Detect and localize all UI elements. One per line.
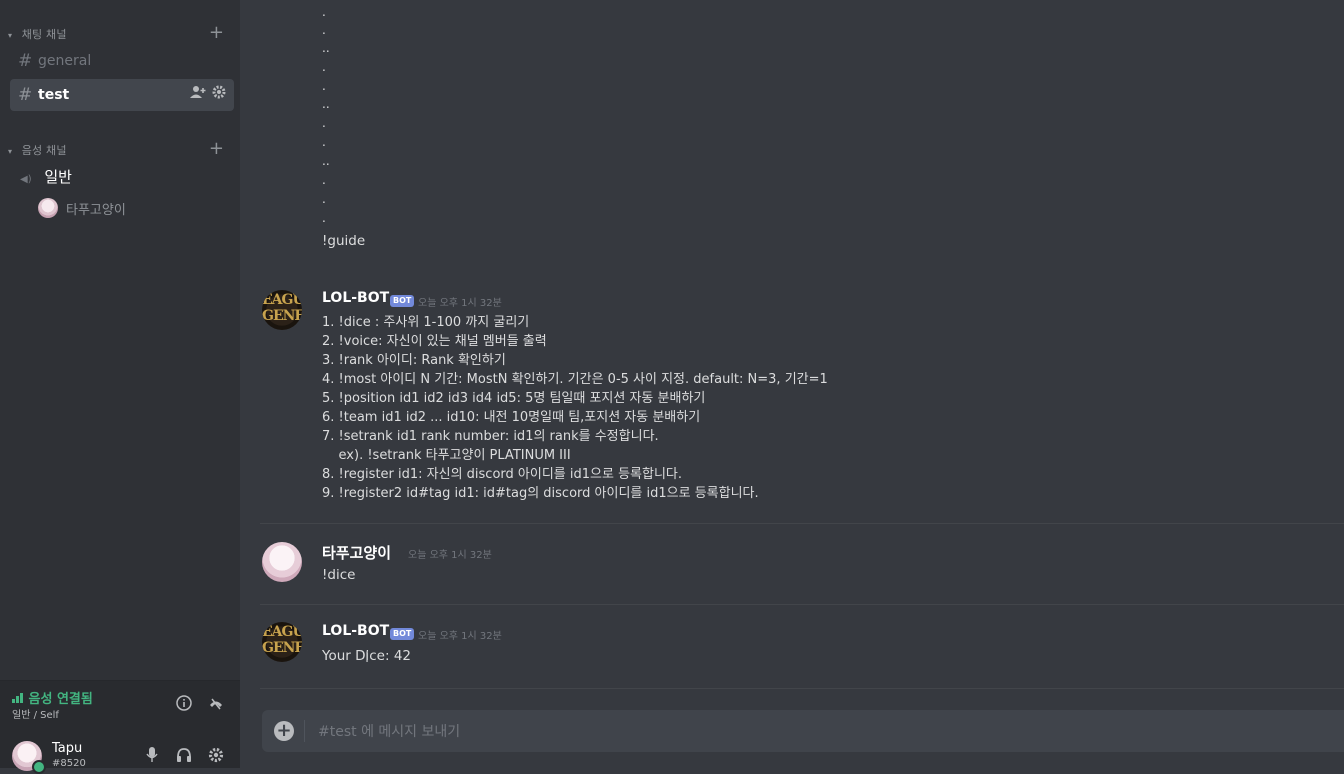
message-divider — [260, 604, 1344, 605]
message-line: 1. !dice : 주사위 1-100 까지 굴리기 — [322, 315, 530, 330]
avatar-logo-text: GENE — [262, 640, 302, 656]
mute-button[interactable] — [142, 745, 162, 765]
attach-file-button[interactable]: + — [274, 721, 294, 741]
deafen-button[interactable] — [174, 745, 194, 765]
user-tag: #8520 — [52, 758, 86, 769]
message-author[interactable]: LOL-BOT — [322, 623, 389, 639]
sidebar-channel-test[interactable]: # test — [10, 79, 234, 111]
message-author[interactable]: 타푸고양이 — [322, 542, 391, 563]
chevron-down-icon: ▾ — [8, 147, 13, 156]
add-member-icon[interactable] — [190, 79, 206, 111]
message-author[interactable]: LOL-BOT — [322, 290, 389, 306]
message-line: 9. !register2 id#tag id1: id#tag의 discor… — [322, 486, 759, 501]
message-body: 1. !dice : 주사위 1-100 까지 굴리기 2. !voice: 자… — [322, 313, 828, 503]
message-input[interactable] — [316, 710, 1320, 754]
voice-channels-category[interactable]: ▾ 음성 채널 — [8, 142, 67, 158]
speaker-icon: ◀) — [20, 174, 32, 185]
voice-status[interactable]: 음성 연결됨 — [12, 688, 93, 707]
info-icon — [176, 695, 192, 711]
voice-user[interactable]: 타푸고양이 — [38, 198, 126, 218]
avatar — [38, 198, 58, 218]
create-voice-channel-button[interactable]: + — [209, 140, 224, 158]
message-timestamp: 오늘 오후 1시 32분 — [418, 631, 502, 642]
voice-channel-general[interactable]: ◀) 일반 — [20, 166, 72, 187]
connection-info-button[interactable] — [174, 693, 194, 713]
voice-connection-panel: 음성 연결됨 일반 / Self — [0, 680, 240, 728]
headphones-icon — [177, 748, 191, 762]
gear-icon[interactable] — [212, 79, 226, 111]
hash-icon: # — [18, 51, 33, 71]
signal-icon — [12, 693, 23, 703]
message-timestamp: 오늘 오후 1시 32분 — [408, 550, 492, 561]
disconnect-button[interactable] — [206, 693, 226, 713]
text-channels-category[interactable]: ▾ 채팅 채널 — [8, 26, 67, 42]
message-divider — [260, 523, 1344, 524]
message-line: 4. !most 아이디 N 기간: MostN 확인하기. 기간은 0-5 사… — [322, 372, 828, 387]
message-line: 3. !rank 아이디: Rank 확인하기 — [322, 353, 506, 368]
bot-avatar[interactable]: EAGU GENE — [262, 622, 302, 662]
chat-area: . . .. . . .. . . .. . . . !guide EAGU G… — [240, 0, 1344, 768]
message-line: 5. !position id1 id2 id3 id4 id5: 5명 팀일때… — [322, 391, 706, 406]
message-line: 8. !register id1: 자신의 discord 아이디를 id1으로… — [322, 467, 683, 482]
voice-status-label: 음성 연결됨 — [28, 692, 93, 707]
text-cursor-icon: I — [365, 650, 370, 666]
avatar-logo-text: EAGU — [262, 292, 302, 308]
message-line: 6. !team id1 id2 ... id10: 내전 10명일때 팀,포지… — [322, 410, 701, 425]
gear-icon — [208, 747, 224, 763]
message-timestamp: 오늘 오후 1시 32분 — [418, 298, 502, 309]
channel-label: general — [38, 53, 92, 69]
message-line: 7. !setrank id1 rank number: id1의 rank를 … — [322, 429, 659, 444]
message-divider — [260, 688, 1344, 689]
user-avatar[interactable] — [262, 542, 302, 582]
create-text-channel-button[interactable]: + — [209, 24, 224, 42]
message-text: !dice — [322, 567, 356, 583]
microphone-icon — [146, 747, 158, 762]
voice-channel-subtitle: 일반 / Self — [12, 710, 59, 721]
message-line: 2. !voice: 자신이 있는 채널 멤버들 출력 — [322, 334, 547, 349]
channel-sidebar: ▾ 채팅 채널 + # general # test ▾ 음성 채널 + ◀) … — [0, 0, 240, 774]
online-status-icon — [32, 760, 46, 774]
channel-label: test — [38, 87, 70, 103]
user-panel: Tapu #8520 — [0, 727, 240, 774]
bot-badge: BOT — [390, 295, 415, 307]
hangup-icon — [210, 698, 222, 710]
voice-user-name: 타푸고양이 — [66, 202, 126, 218]
sidebar-channel-general[interactable]: # general — [10, 45, 234, 77]
bot-badge: BOT — [390, 628, 415, 640]
category-label: 음성 채널 — [21, 144, 67, 157]
hash-icon: # — [18, 85, 33, 105]
bot-avatar[interactable]: EAGU GENE — [262, 290, 302, 330]
message-text: !guide — [322, 233, 366, 249]
voice-channel-label: 일반 — [44, 168, 72, 186]
user-settings-button[interactable] — [206, 745, 226, 765]
username: Tapu — [52, 741, 83, 756]
avatar-logo-text: GENE — [262, 308, 302, 324]
message-composer: + — [262, 710, 1344, 754]
composer-divider — [304, 720, 305, 742]
message-line: ex). !setrank 타푸고양이 PLATINUM III — [322, 448, 571, 463]
category-label: 채팅 채널 — [21, 28, 67, 41]
avatar-logo-text: EAGU — [262, 624, 302, 640]
prior-message-dots: . . .. . . .. . . .. . . . — [322, 5, 330, 225]
chevron-down-icon: ▾ — [8, 31, 13, 40]
